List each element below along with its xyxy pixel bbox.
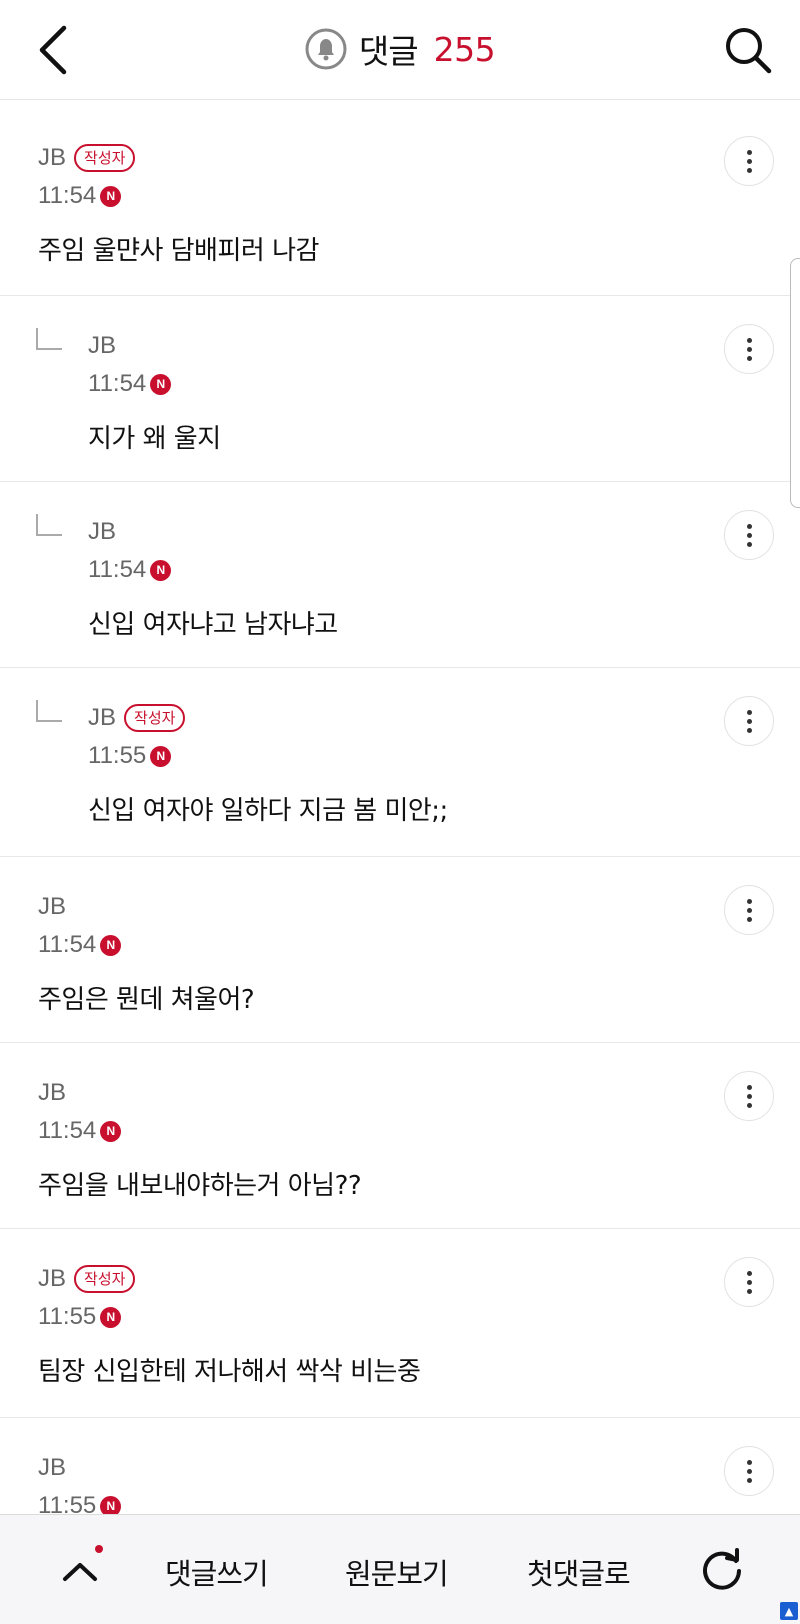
comment-time: 11:54 bbox=[38, 931, 97, 958]
write-comment-button[interactable]: 댓글쓰기 bbox=[165, 1551, 269, 1593]
comment-text: 지가 왜 울지 bbox=[88, 424, 221, 454]
first-comment-button[interactable]: 첫댓글로 bbox=[527, 1551, 631, 1593]
notification-dot bbox=[95, 1545, 103, 1553]
comment-author[interactable]: JB bbox=[88, 518, 116, 546]
search-button[interactable] bbox=[722, 24, 774, 76]
new-badge: N bbox=[150, 373, 172, 395]
comment-author[interactable]: JB bbox=[88, 332, 116, 360]
comment-time: 11:55 bbox=[88, 742, 147, 769]
reply-item: JB 11:54 N 지가 왜 울지 bbox=[0, 296, 800, 482]
comment-author[interactable]: JB bbox=[88, 704, 116, 732]
header-title-group: 댓글 255 bbox=[0, 26, 800, 72]
view-original-button[interactable]: 원문보기 bbox=[345, 1551, 449, 1593]
comment-list: JB 작성자 11:54 N 주임 울먄사 담배피러 나감 JB 11:54 N… bbox=[0, 108, 800, 1528]
more-options-button[interactable] bbox=[724, 1446, 774, 1496]
comment-text: 신입 여자냐고 남자냐고 bbox=[88, 610, 338, 640]
more-options-button[interactable] bbox=[724, 696, 774, 746]
comment-item: JB 작성자 11:55 N 팀장 신입한테 저나해서 싹삭 비는중 bbox=[0, 1229, 800, 1418]
reply-arrow-icon bbox=[36, 700, 62, 722]
new-badge: N bbox=[150, 745, 172, 767]
comment-item: JB 11:55 N bbox=[0, 1418, 800, 1528]
refresh-icon bbox=[703, 1548, 741, 1590]
new-badge: N bbox=[100, 934, 122, 956]
more-options-button[interactable] bbox=[724, 1257, 774, 1307]
bell-icon[interactable] bbox=[305, 28, 347, 70]
author-badge: 작성자 bbox=[74, 144, 136, 172]
comment-text: 신입 여자야 일하다 지금 봄 미안;; bbox=[88, 796, 448, 826]
new-badge: N bbox=[100, 1306, 122, 1328]
comment-author[interactable]: JB bbox=[38, 1265, 66, 1293]
comment-item: JB 작성자 11:54 N 주임 울먄사 담배피러 나감 bbox=[0, 108, 800, 296]
more-options-button[interactable] bbox=[724, 510, 774, 560]
refresh-button[interactable] bbox=[698, 1545, 746, 1593]
author-badge: 작성자 bbox=[124, 704, 186, 732]
comment-text: 주임은 뭔데 쳐울어? bbox=[38, 985, 255, 1015]
more-options-button[interactable] bbox=[724, 136, 774, 186]
comment-author[interactable]: JB bbox=[38, 144, 66, 172]
more-options-button[interactable] bbox=[724, 1071, 774, 1121]
comment-author[interactable]: JB bbox=[38, 1454, 66, 1482]
more-options-button[interactable] bbox=[724, 885, 774, 935]
comment-text: 주임을 내보내야하는거 아님?? bbox=[38, 1171, 362, 1201]
comment-author[interactable]: JB bbox=[38, 1079, 66, 1107]
new-badge: N bbox=[150, 559, 172, 581]
bottom-action-bar: 댓글쓰기 원문보기 첫댓글로 ▲ bbox=[0, 1514, 800, 1624]
new-badge: N bbox=[100, 185, 122, 207]
top-bar: 댓글 255 bbox=[0, 0, 800, 100]
comment-text: 팀장 신입한테 저나해서 싹삭 비는중 bbox=[38, 1357, 421, 1387]
search-icon bbox=[726, 28, 772, 74]
comment-count: 255 bbox=[433, 29, 496, 69]
new-badge: N bbox=[100, 1120, 122, 1142]
page-title: 댓글 bbox=[358, 32, 419, 71]
reply-arrow-icon bbox=[36, 328, 62, 350]
comment-time: 11:54 bbox=[88, 370, 147, 397]
comment-time: 11:54 bbox=[88, 556, 147, 583]
comment-time: 11:54 bbox=[38, 182, 97, 209]
comment-author[interactable]: JB bbox=[38, 893, 66, 921]
author-badge: 작성자 bbox=[74, 1265, 136, 1293]
more-options-button[interactable] bbox=[724, 324, 774, 374]
comment-text: 주임 울먄사 담배피러 나감 bbox=[38, 236, 319, 266]
reply-item: JB 작성자 11:55 N 신입 여자야 일하다 지금 봄 미안;; bbox=[0, 668, 800, 857]
comment-time: 11:54 bbox=[38, 1117, 97, 1144]
comment-item: JB 11:54 N 주임은 뭔데 쳐울어? bbox=[0, 857, 800, 1043]
corner-marker-icon: ▲ bbox=[780, 1602, 798, 1620]
reply-arrow-icon bbox=[36, 514, 62, 536]
scrollbar[interactable] bbox=[790, 258, 800, 508]
reply-item: JB 11:54 N 신입 여자냐고 남자냐고 bbox=[0, 482, 800, 668]
comment-time: 11:55 bbox=[38, 1303, 97, 1330]
comment-item: JB 11:54 N 주임을 내보내야하는거 아님?? bbox=[0, 1043, 800, 1229]
